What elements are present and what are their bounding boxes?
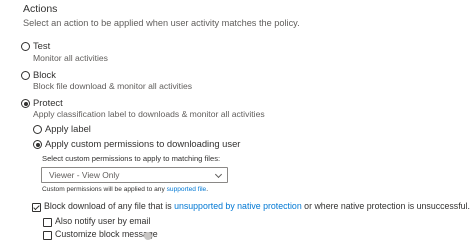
block-download-label: Block download of any file that is unsup…: [44, 201, 470, 211]
permissions-note-suffix: .: [206, 186, 209, 193]
block-label[interactable]: Block: [33, 69, 56, 80]
notify-user-label[interactable]: Also notify user by email: [55, 216, 150, 226]
permissions-dropdown-value: Viewer - View Only: [49, 170, 120, 180]
test-label[interactable]: Test: [33, 40, 50, 51]
customize-block-message-checkbox[interactable]: [43, 231, 52, 240]
permissions-note: Custom permissions will be applied to an…: [42, 186, 208, 193]
protect-label[interactable]: Protect: [33, 97, 63, 108]
test-description: Monitor all activities: [33, 53, 108, 63]
section-title: Actions: [23, 3, 58, 15]
block-download-suffix: or where native protection is unsuccessf…: [301, 201, 470, 211]
supported-file-link[interactable]: supported file: [167, 186, 207, 193]
section-description: Select an action to be applied when user…: [23, 18, 300, 28]
chevron-down-icon: [214, 170, 223, 179]
apply-custom-permissions-option[interactable]: Apply custom permissions to downloading …: [45, 138, 240, 149]
block-radio[interactable]: [21, 71, 30, 80]
info-icon[interactable]: [144, 232, 152, 240]
permissions-dropdown[interactable]: Viewer - View Only: [41, 167, 228, 183]
protect-description: Apply classification label to downloads …: [33, 109, 265, 119]
test-radio[interactable]: [21, 42, 30, 51]
protect-radio[interactable]: [21, 99, 30, 108]
permissions-note-prefix: Custom permissions will be applied to an…: [42, 186, 167, 193]
block-download-prefix: Block download of any file that is: [44, 201, 175, 211]
apply-label-radio[interactable]: [33, 125, 42, 134]
permissions-dropdown-label: Select custom permissions to apply to ma…: [42, 154, 221, 163]
block-download-checkbox[interactable]: [32, 203, 41, 212]
apply-custom-permissions-radio[interactable]: [33, 140, 42, 149]
apply-label-option[interactable]: Apply label: [45, 123, 91, 134]
customize-block-message-label[interactable]: Customize block message: [55, 229, 158, 239]
block-description: Block file download & monitor all activi…: [33, 81, 193, 91]
unsupported-native-protection-link[interactable]: unsupported by native protection: [174, 201, 302, 211]
actions-panel: Actions Select an action to be applied w…: [0, 0, 474, 251]
notify-user-checkbox[interactable]: [43, 218, 52, 227]
